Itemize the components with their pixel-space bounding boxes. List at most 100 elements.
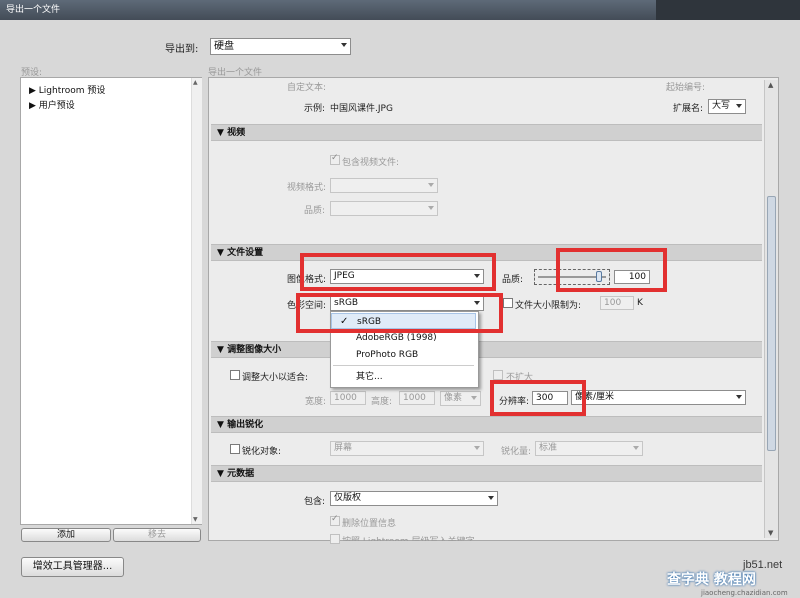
example-value: 中国风课件.JPG <box>330 104 393 114</box>
section-title: 文件设置 <box>227 248 264 258</box>
highlight-quality <box>556 248 667 292</box>
quality-label: 品质: <box>502 275 524 285</box>
highlight-resolution <box>490 380 586 416</box>
chevron-down-icon <box>736 395 742 399</box>
chevron-down-icon <box>471 396 477 400</box>
section-video[interactable]: ▼ 视频 <box>211 124 762 141</box>
chevron-down-icon <box>488 496 494 500</box>
menu-item-label: AdobeRGB (1998) <box>356 333 437 343</box>
add-preset-button[interactable]: 添加 <box>21 528 111 542</box>
presets-scrollbar[interactable]: ▲ ▼ <box>191 78 202 524</box>
limit-size-unit: K <box>637 298 643 308</box>
section-title: 输出锐化 <box>227 420 264 430</box>
limit-size-label: 文件大小限制为: <box>515 301 582 311</box>
extension-label: 扩展名: <box>673 104 704 114</box>
remove-location-checkbox[interactable] <box>330 514 340 526</box>
color-menu-item-other[interactable]: 其它... <box>331 369 476 385</box>
section-title: 元数据 <box>227 469 255 479</box>
preset-group-lightroom[interactable]: ▶ Lightroom 预设 <box>29 83 105 96</box>
custom-text-label: 自定文本: <box>287 83 327 93</box>
chevron-down-icon <box>474 446 480 450</box>
height-input[interactable]: 1000 <box>399 391 435 405</box>
collapse-triangle-icon: ▼ <box>217 469 228 479</box>
sharpen-amount-label: 锐化量: <box>501 447 532 457</box>
height-label: 高度: <box>371 397 393 407</box>
collapse-triangle-icon: ▼ <box>217 345 228 355</box>
menu-item-label: 其它... <box>356 372 383 382</box>
window-title: 导出一个文件 <box>6 5 61 15</box>
menu-divider <box>333 365 474 366</box>
section-title: 视频 <box>227 128 246 138</box>
export-to-dropdown[interactable]: 硬盘 <box>210 38 351 55</box>
chevron-down-icon <box>341 43 347 47</box>
chevron-down-icon <box>633 446 639 450</box>
resize-fit-label: 调整大小以适合: <box>242 373 309 383</box>
chevron-down-icon <box>428 206 434 210</box>
plugin-manager-button[interactable]: 增效工具管理器... <box>21 557 124 577</box>
collapse-triangle-icon: ▼ <box>217 128 228 138</box>
size-unit-dropdown[interactable]: 像素 <box>440 391 481 406</box>
chevron-down-icon <box>736 104 742 108</box>
watermark-url: jiaocheng.chazidian.com <box>701 589 788 597</box>
collapse-triangle-icon: ▼ <box>217 420 228 430</box>
width-label: 宽度: <box>305 397 327 407</box>
sharpen-checkbox[interactable] <box>230 444 240 454</box>
include-video-checkbox[interactable] <box>330 153 340 165</box>
preset-group-user[interactable]: ▶ 用户预设 <box>29 98 75 111</box>
metadata-include-value: 仅版权 <box>334 493 362 503</box>
preset-group-label: 用户预设 <box>38 101 75 111</box>
section-metadata[interactable]: ▼ 元数据 <box>211 465 762 482</box>
sharpen-amount-dropdown[interactable]: 标准 <box>535 441 643 456</box>
export-to-value: 硬盘 <box>214 41 234 52</box>
width-input[interactable]: 1000 <box>330 391 366 405</box>
video-quality-dropdown[interactable] <box>330 201 438 216</box>
sharpen-amount-value: 标准 <box>539 443 558 453</box>
window-titlebar: 导出一个文件 <box>0 0 656 20</box>
write-keywords-label: 按照 Lightroom 层级写入关键字 <box>342 534 474 541</box>
color-menu-item-prophoto[interactable]: ProPhoto RGB <box>331 347 476 363</box>
expand-triangle-icon: ▶ <box>29 101 36 111</box>
highlight-image-format <box>300 253 496 291</box>
example-label: 示例: <box>304 104 326 114</box>
extension-dropdown[interactable]: 大写 <box>708 99 746 114</box>
metadata-include-dropdown[interactable]: 仅版权 <box>330 491 498 506</box>
menu-item-label: ProPhoto RGB <box>356 350 419 360</box>
metadata-include-label: 包含: <box>304 497 326 507</box>
preset-group-label: Lightroom 预设 <box>38 86 106 96</box>
section-title: 调整图像大小 <box>227 345 282 355</box>
video-format-label: 视频格式: <box>287 183 327 193</box>
write-keywords-checkbox[interactable] <box>330 534 340 544</box>
resolution-unit-dropdown[interactable]: 像素/厘米 <box>571 390 746 405</box>
section-resize[interactable]: ▼ 调整图像大小 <box>211 341 762 358</box>
chevron-down-icon <box>428 183 434 187</box>
limit-size-checkbox[interactable] <box>503 298 513 308</box>
sharpen-for-value: 屏幕 <box>334 443 353 453</box>
scroll-down-icon[interactable]: ▼ <box>193 516 198 523</box>
presets-list[interactable]: ▶ Lightroom 预设 ▶ 用户预设 ▲ ▼ <box>20 77 202 525</box>
scroll-up-icon[interactable]: ▲ <box>193 79 198 86</box>
highlight-color-space <box>296 293 503 333</box>
export-to-label: 导出到: <box>165 44 199 55</box>
watermark-text: 查字典 教程网 <box>667 572 756 588</box>
video-format-dropdown[interactable] <box>330 178 438 193</box>
size-unit-value: 像素 <box>444 393 463 403</box>
settings-scrollbar[interactable]: ▲ ▼ <box>764 80 778 538</box>
scroll-down-icon[interactable]: ▼ <box>768 529 773 537</box>
remove-preset-button[interactable]: 移去 <box>113 528 201 542</box>
collapse-triangle-icon: ▼ <box>217 248 228 258</box>
section-sharpen[interactable]: ▼ 输出锐化 <box>211 416 762 433</box>
scroll-up-icon[interactable]: ▲ <box>768 81 773 89</box>
dont-enlarge-checkbox[interactable] <box>493 370 503 380</box>
sharpen-for-dropdown[interactable]: 屏幕 <box>330 441 484 456</box>
start-number-label: 起始编号: <box>666 83 706 93</box>
expand-triangle-icon: ▶ <box>29 86 36 96</box>
video-quality-label: 品质: <box>304 206 326 216</box>
scrollbar-thumb[interactable] <box>767 196 776 451</box>
site-watermark: jb51.net 查字典 教程网 jiaocheng.chazidian.com <box>655 552 800 598</box>
resize-fit-checkbox[interactable] <box>230 370 240 380</box>
remove-location-label: 删除位置信息 <box>342 519 397 529</box>
extension-value: 大写 <box>712 101 731 111</box>
include-video-label: 包含视频文件: <box>342 158 400 168</box>
sharpen-for-label: 锐化对象: <box>242 447 282 457</box>
limit-size-input[interactable]: 100 <box>600 296 634 310</box>
